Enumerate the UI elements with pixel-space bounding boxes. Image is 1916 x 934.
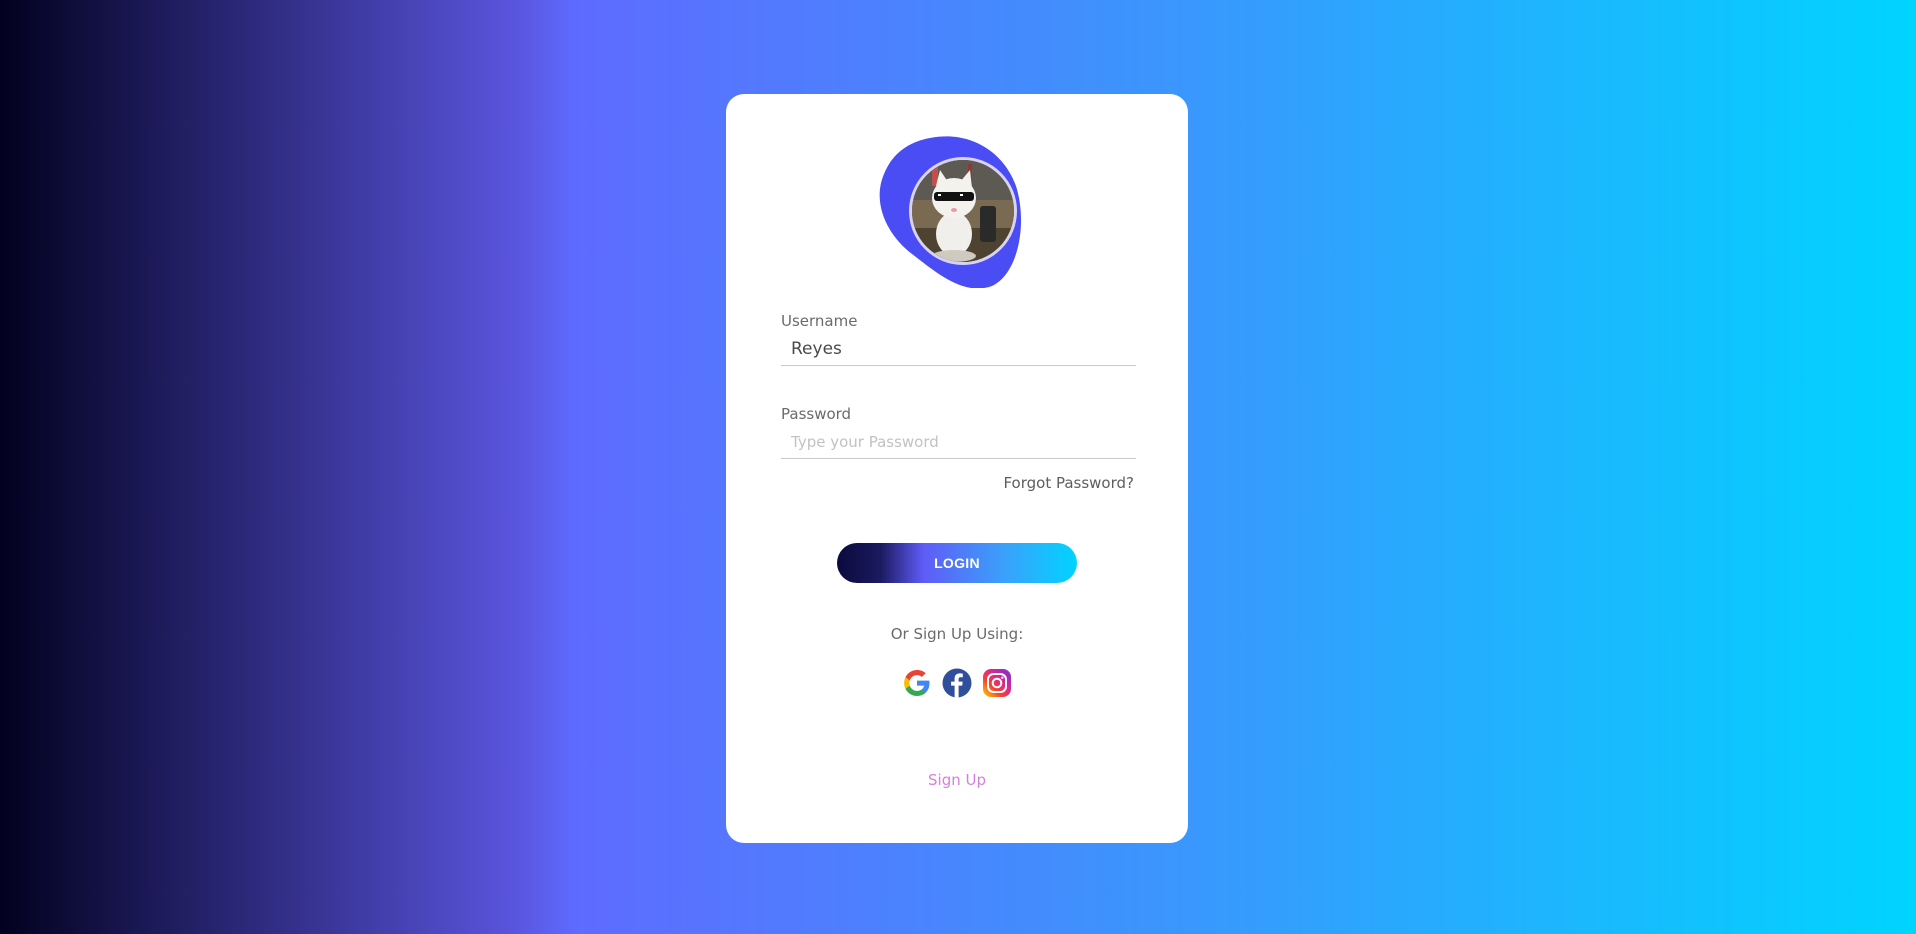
cat-figurine-image [912,160,1014,262]
signup-link[interactable]: Sign Up [726,771,1188,789]
avatar [878,134,1024,288]
login-card: Username Password Forgot Password? LOGIN… [726,94,1188,843]
forgot-password-link[interactable]: Forgot Password? [1003,474,1134,492]
password-label: Password [781,405,852,423]
username-label: Username [781,312,858,330]
facebook-icon[interactable] [942,668,972,698]
alt-signup-text: Or Sign Up Using: [890,625,1024,643]
login-button[interactable]: LOGIN [837,543,1077,583]
instagram-icon[interactable] [982,668,1012,698]
google-icon[interactable] [902,668,932,698]
password-input[interactable] [781,425,1136,459]
profile-photo [909,157,1017,265]
username-input[interactable] [781,332,1136,366]
